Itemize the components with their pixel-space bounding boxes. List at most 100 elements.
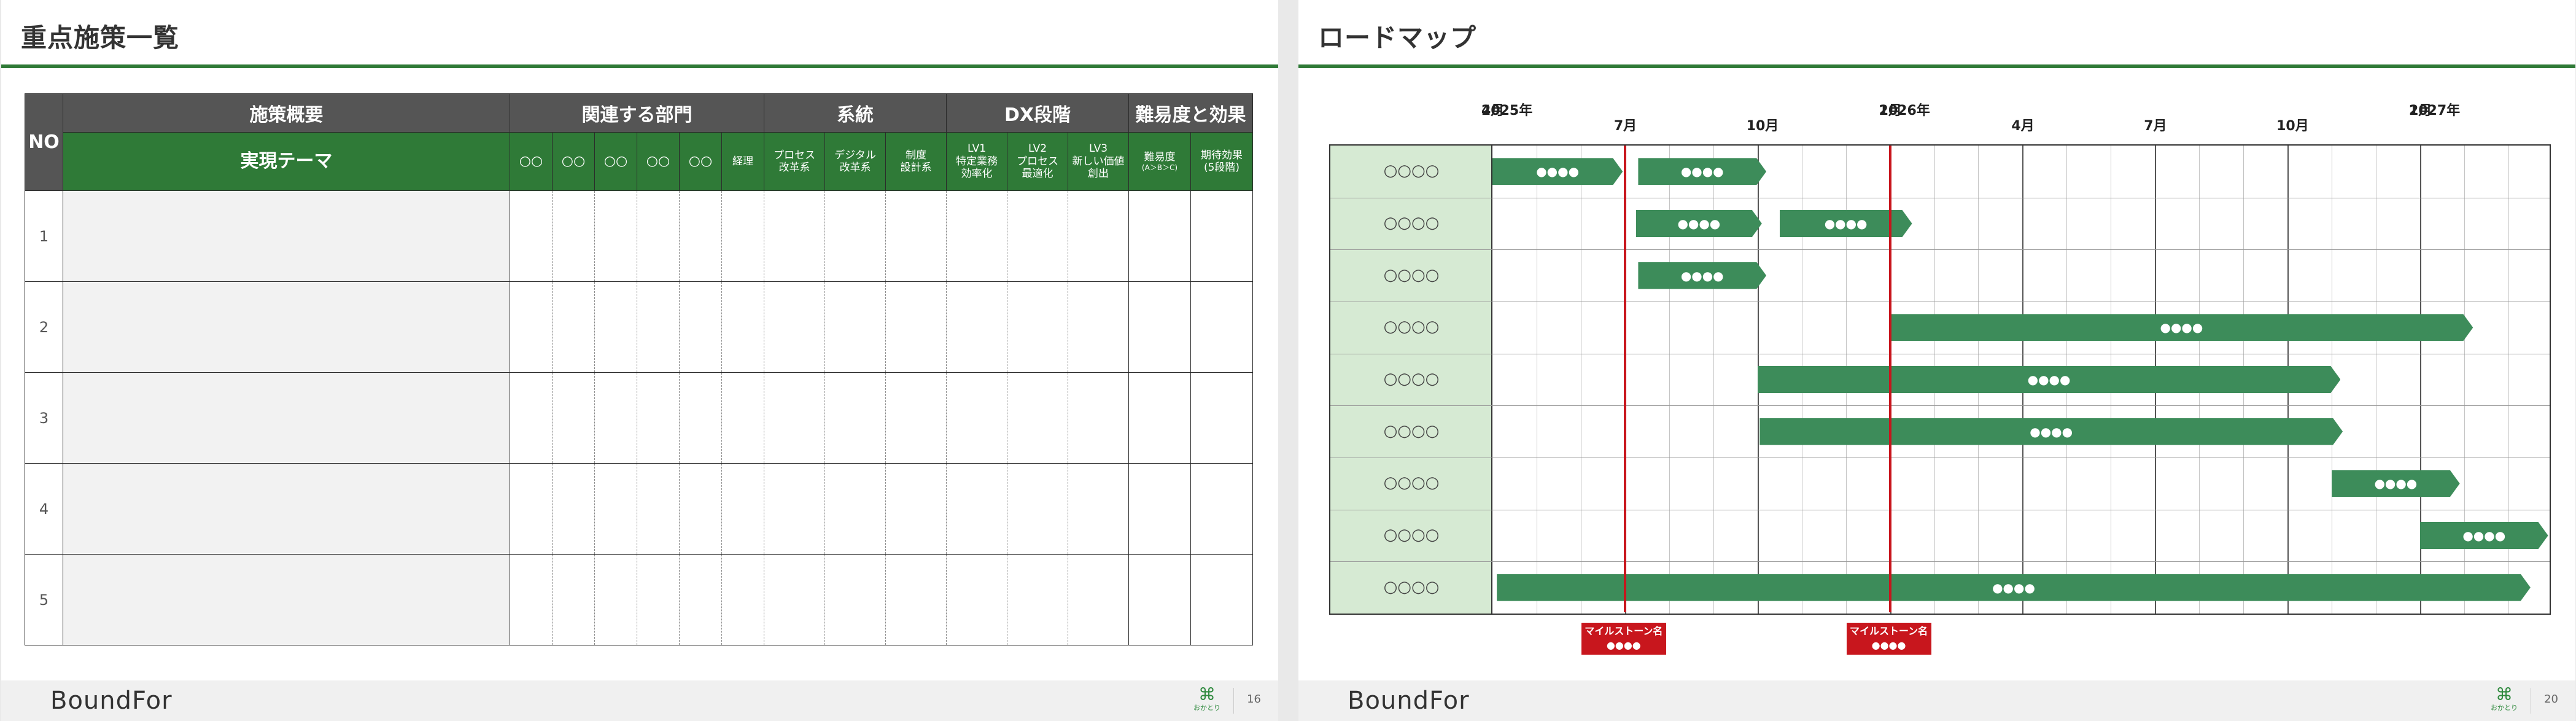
department-cell[interactable] [594, 281, 637, 373]
dx-level-cell[interactable] [1068, 281, 1129, 373]
difficulty-cell[interactable] [1128, 554, 1191, 645]
effect-cell[interactable] [1190, 372, 1253, 464]
system-cell[interactable] [824, 281, 886, 373]
dx-level-cell[interactable] [1068, 190, 1129, 282]
theme-cell[interactable] [63, 281, 510, 373]
department-cell[interactable] [679, 190, 722, 282]
department-cell[interactable] [594, 372, 637, 464]
department-cell[interactable] [552, 281, 595, 373]
roadmap-bar[interactable]: ●●●● [1780, 210, 1912, 237]
milestone-value: ●●●● [1606, 639, 1641, 651]
dx-level-cell[interactable] [946, 554, 1007, 645]
department-cell[interactable] [510, 281, 553, 373]
system-cell[interactable] [824, 463, 886, 555]
department-cell[interactable] [594, 463, 637, 555]
department-cell[interactable] [552, 372, 595, 464]
system-cell[interactable] [824, 372, 886, 464]
roadmap-bar[interactable]: ●●●● [1492, 158, 1623, 185]
dx-level-cell[interactable] [1007, 281, 1068, 373]
row-number: 3 [25, 372, 63, 464]
department-cell[interactable] [679, 554, 722, 645]
department-cell[interactable] [510, 372, 553, 464]
dx-level-cell[interactable] [1007, 190, 1068, 282]
department-cell[interactable] [721, 554, 764, 645]
department-cell[interactable] [679, 372, 722, 464]
system-cell[interactable] [764, 281, 825, 373]
milestone-name: マイルストーン名 [1849, 625, 1928, 637]
department-cell[interactable] [637, 554, 680, 645]
system-cell[interactable] [885, 281, 947, 373]
difficulty-cell[interactable] [1128, 372, 1191, 464]
department-cell[interactable] [679, 281, 722, 373]
system-cell[interactable] [885, 554, 947, 645]
roadmap-bar[interactable]: ●●●● [2420, 522, 2548, 549]
roadmap-bar[interactable]: ●●●● [1758, 366, 2341, 393]
department-cell[interactable] [637, 463, 680, 555]
roadmap-bar[interactable]: ●●●● [2332, 470, 2460, 497]
system-cell[interactable] [764, 554, 825, 645]
department-cell[interactable] [510, 463, 553, 555]
dx-level-cell[interactable] [946, 463, 1007, 555]
system-cell[interactable] [764, 190, 825, 282]
dx-level-cell[interactable] [946, 372, 1007, 464]
roadmap-bar[interactable]: ●●●● [1759, 418, 2343, 445]
milestone-line [1623, 146, 1626, 612]
effect-cell[interactable] [1190, 281, 1253, 373]
department-cell[interactable] [637, 281, 680, 373]
roadmap-bar[interactable]: ●●●● [1890, 314, 2473, 341]
effect-cell[interactable] [1190, 463, 1253, 555]
table-row: 3 [25, 372, 1253, 464]
roadmap-bar[interactable]: ●●●● [1638, 158, 1766, 185]
badge: ⌘ おかとり [1191, 685, 1223, 716]
system-cell[interactable] [885, 372, 947, 464]
dx-level-cell[interactable] [1007, 372, 1068, 464]
difficulty-cell[interactable] [1128, 463, 1191, 555]
system-cell[interactable] [824, 554, 886, 645]
department-cell[interactable] [552, 463, 595, 555]
department-cell[interactable] [721, 463, 764, 555]
difficulty-cell[interactable] [1128, 190, 1191, 282]
department-cell[interactable] [594, 190, 637, 282]
dx-level-cell[interactable] [1007, 554, 1068, 645]
effect-scale: (5段階) [1203, 162, 1240, 174]
theme-cell[interactable] [63, 372, 510, 464]
system-cell[interactable] [764, 372, 825, 464]
theme-cell[interactable] [63, 190, 510, 282]
department-cell[interactable] [594, 554, 637, 645]
system-cell[interactable] [824, 190, 886, 282]
theme-cell[interactable] [63, 554, 510, 645]
roadmap-row-label: ○○○○ [1383, 526, 1440, 544]
dx-level-cell[interactable] [1068, 372, 1129, 464]
effect-cell[interactable] [1190, 190, 1253, 282]
roadmap-bar[interactable]: ●●●● [1636, 210, 1762, 237]
roadmap-row-label: ○○○○ [1383, 474, 1440, 493]
group-header-systems: 系統 [764, 93, 947, 133]
department-cell[interactable] [510, 554, 553, 645]
theme-cell[interactable] [63, 463, 510, 555]
roadmap-bar[interactable]: ●●●● [1497, 574, 2531, 601]
system-cell[interactable] [764, 463, 825, 555]
dx-level-cell[interactable] [1007, 463, 1068, 555]
roadmap-bar[interactable]: ●●●● [1638, 262, 1766, 289]
dx-level-cell[interactable] [946, 190, 1007, 282]
department-cell[interactable] [721, 281, 764, 373]
timeline-month: 4月 [1481, 103, 1505, 119]
department-cell[interactable] [679, 463, 722, 555]
department-cell[interactable] [510, 190, 553, 282]
department-cell[interactable] [552, 190, 595, 282]
difficulty-cell[interactable] [1128, 281, 1191, 373]
dx-level-cell[interactable] [1068, 554, 1129, 645]
department-cell[interactable] [552, 554, 595, 645]
system-cell[interactable] [885, 463, 947, 555]
effect-cell[interactable] [1190, 554, 1253, 645]
dx-level-cell[interactable] [946, 281, 1007, 373]
department-cell[interactable] [721, 372, 764, 464]
group-header-overview: 施策概要 [63, 93, 510, 133]
department-cell[interactable] [637, 372, 680, 464]
dx-level-cell[interactable] [1068, 463, 1129, 555]
effect-header: 期待効果 (5段階) [1190, 132, 1253, 191]
system-cell[interactable] [885, 190, 947, 282]
department-cell[interactable] [637, 190, 680, 282]
milestone-value: ●●●● [1871, 639, 1906, 651]
department-cell[interactable] [721, 190, 764, 282]
